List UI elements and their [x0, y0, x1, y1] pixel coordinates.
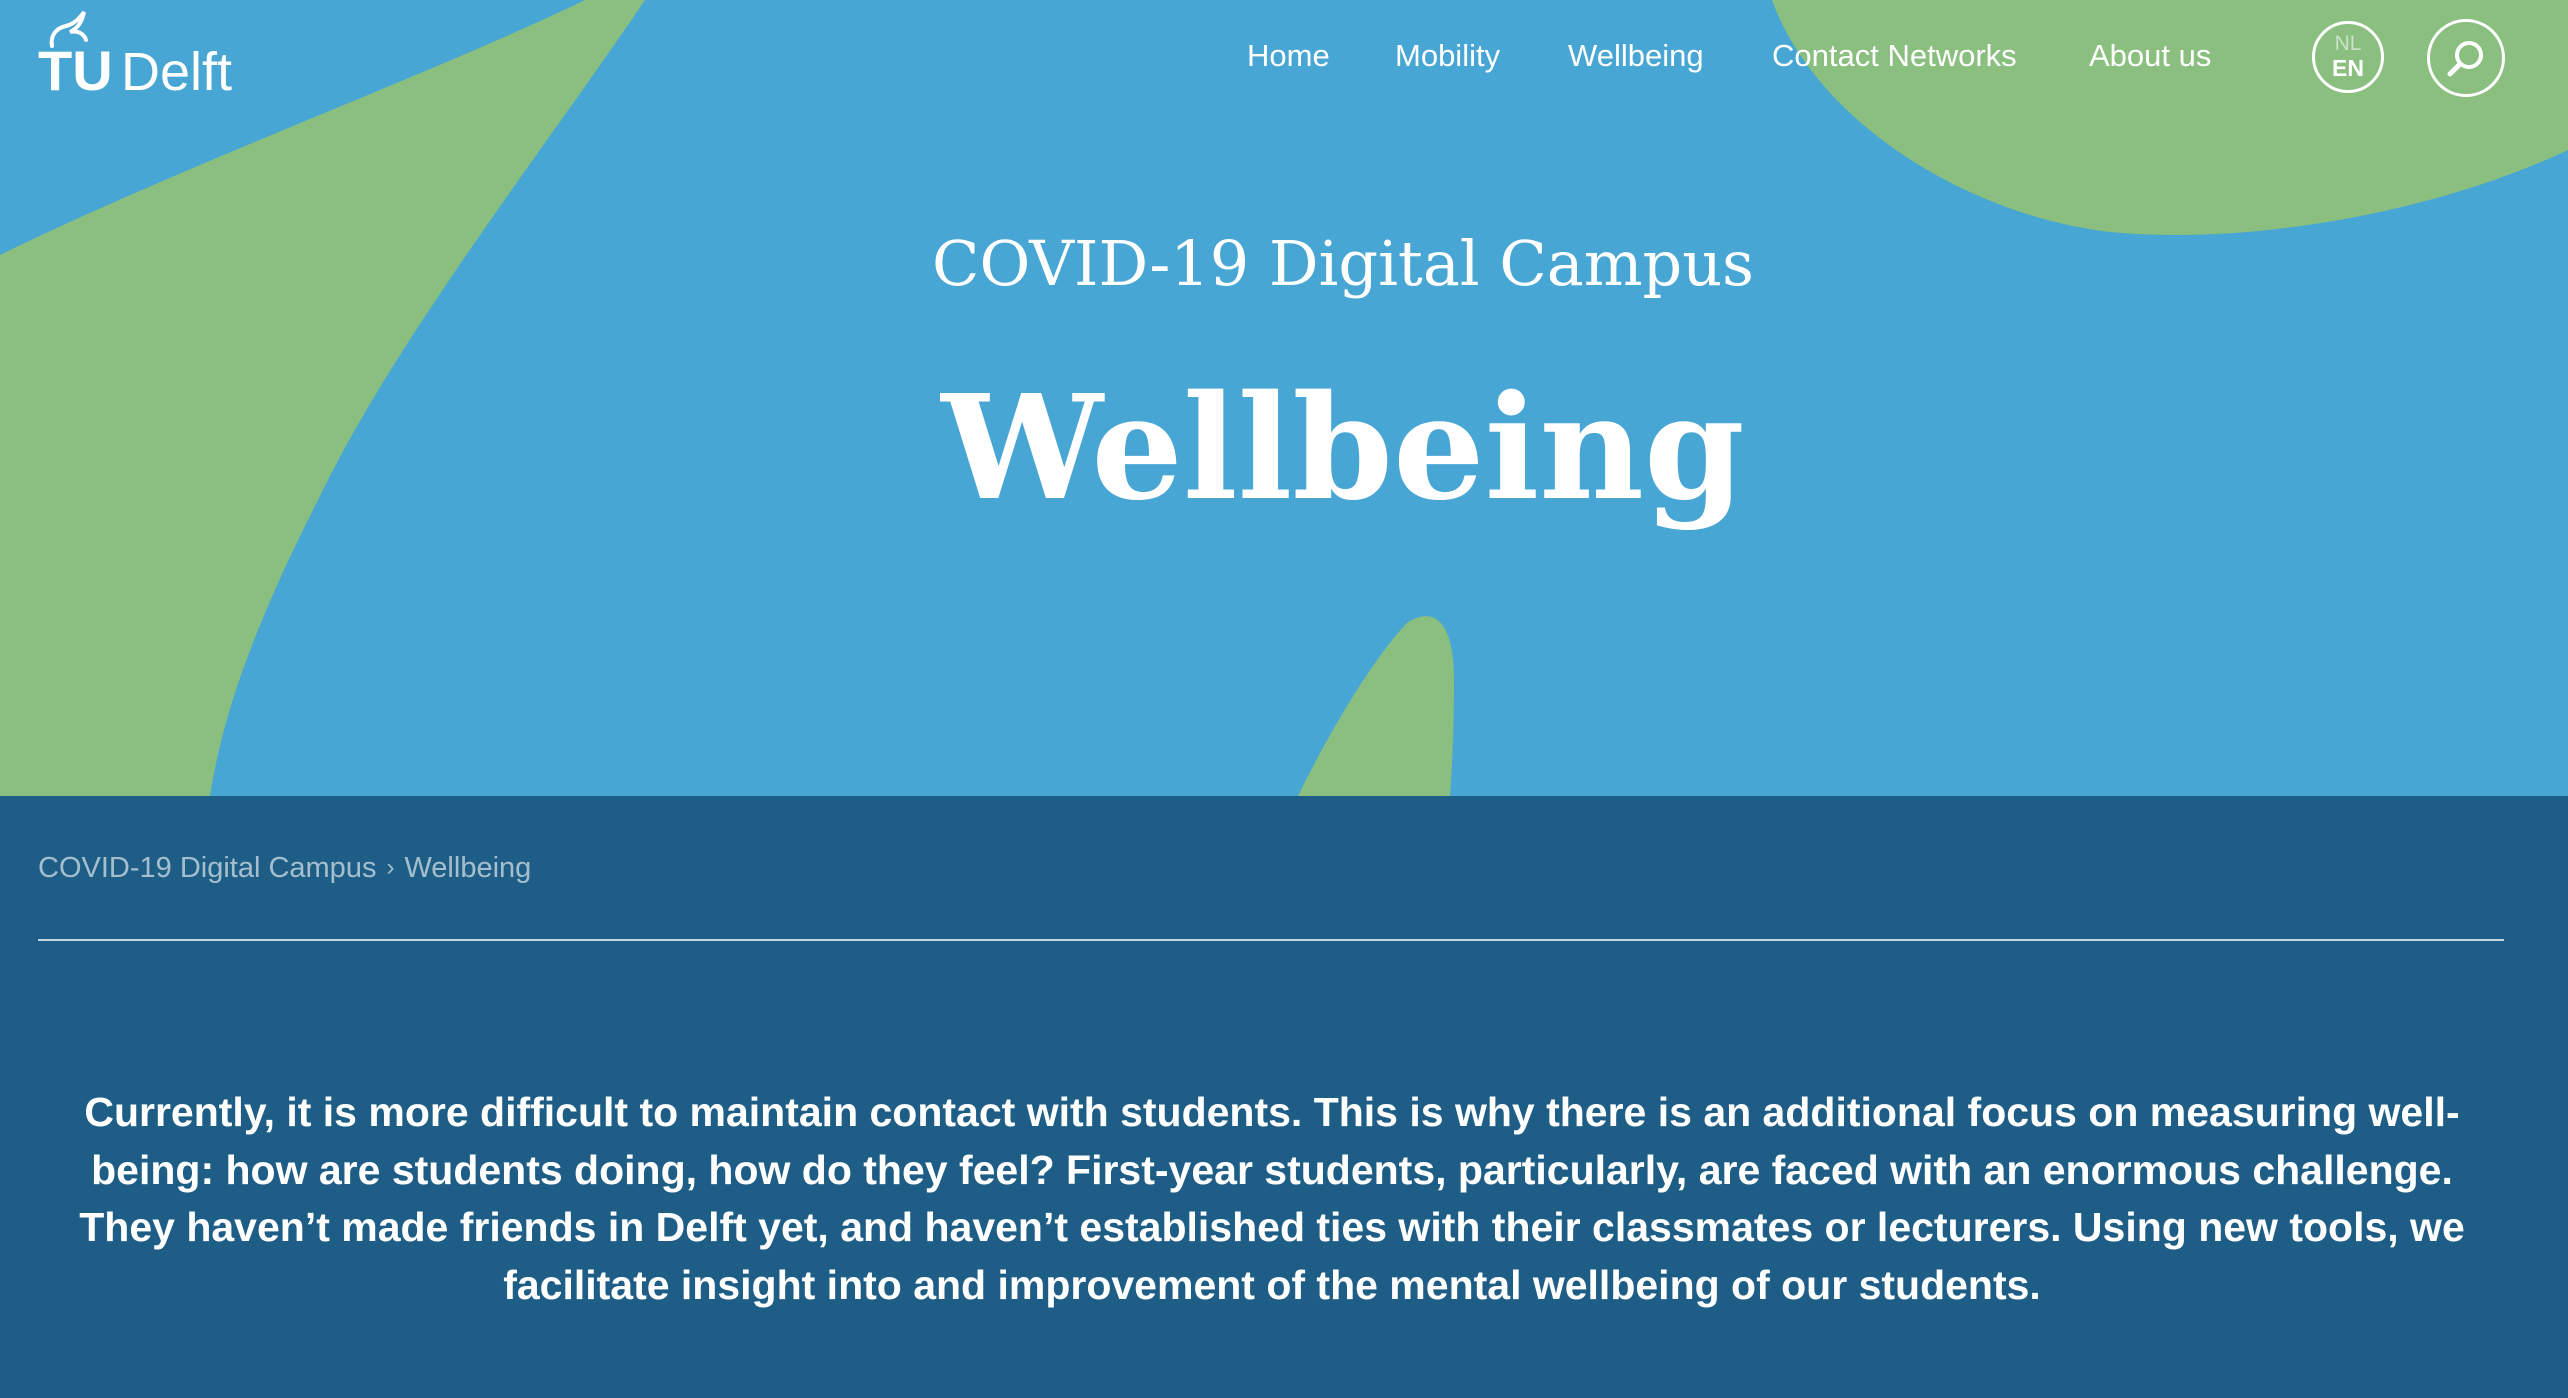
nav-wellbeing[interactable]: Wellbeing: [1568, 34, 1704, 78]
nav-about-us[interactable]: About us: [2089, 34, 2211, 78]
bottom-green-leaf: [1298, 616, 1454, 796]
tudelft-logo[interactable]: TU Delft: [38, 8, 258, 98]
page-title: Wellbeing: [941, 363, 1745, 532]
search-button[interactable]: [2427, 19, 2505, 97]
breadcrumb: COVID-19 Digital Campus › Wellbeing: [38, 848, 531, 888]
nav-contact-networks[interactable]: Contact Networks: [1772, 34, 2017, 78]
hero-subtitle: COVID-19 Digital Campus: [932, 227, 1754, 300]
language-switch[interactable]: NL EN: [2312, 21, 2384, 93]
search-icon: [2447, 41, 2483, 77]
divider: [38, 939, 2504, 941]
breadcrumb-current-wellbeing[interactable]: Wellbeing: [404, 852, 531, 884]
language-en: EN: [2332, 55, 2364, 81]
intro-paragraph: Currently, it is more difficult to maint…: [79, 1089, 2465, 1308]
logo-text-delft: Delft: [121, 42, 232, 98]
nav-home[interactable]: Home: [1247, 34, 1330, 78]
breadcrumb-link-digital-campus[interactable]: COVID-19 Digital Campus: [38, 852, 376, 884]
language-nl[interactable]: NL: [2315, 33, 2381, 55]
nav-mobility[interactable]: Mobility: [1395, 34, 1500, 78]
chevron-right-icon: ›: [386, 854, 395, 881]
logo-text-tu: TU: [38, 39, 113, 98]
hero-banner: TU Delft Home Mobility Wellbeing Contact…: [0, 0, 2568, 796]
